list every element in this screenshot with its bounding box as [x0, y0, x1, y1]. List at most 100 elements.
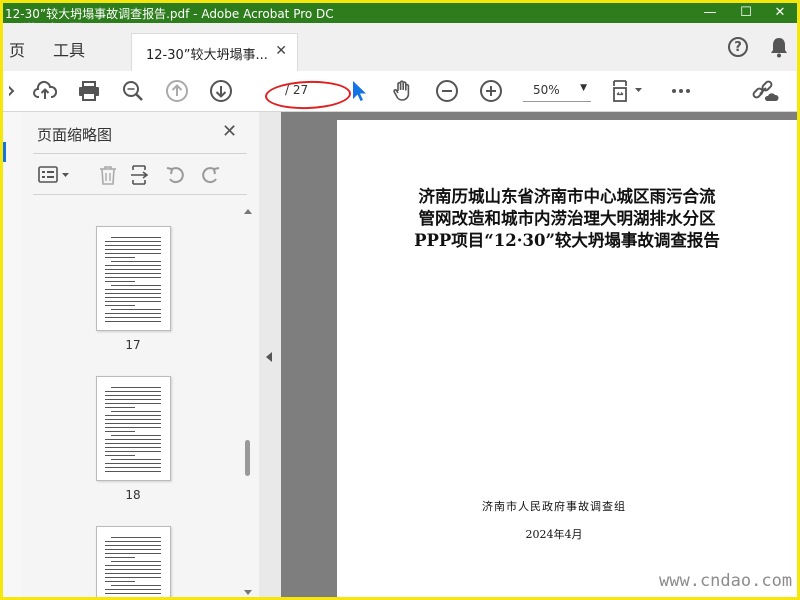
insert-page-icon[interactable]	[129, 164, 151, 186]
thumbnail-text-line	[105, 581, 135, 582]
print-icon[interactable]	[77, 79, 101, 103]
thumbnail-text-line	[105, 565, 161, 566]
toolbar: / 27 50% ▼	[3, 71, 797, 112]
hand-tool-icon[interactable]	[391, 79, 415, 103]
thumbnail-text-line	[105, 447, 161, 448]
thumbnail-text-line	[111, 411, 161, 412]
document-issuer: 济南市人民政府事故调查组	[482, 500, 626, 513]
thumbnail-page-18[interactable]	[96, 376, 171, 481]
rotate-left-icon[interactable]	[165, 164, 187, 186]
thumbnail-text-line	[105, 593, 161, 594]
zoom-in-icon[interactable]	[479, 79, 503, 103]
chevron-down-icon: ▼	[580, 83, 587, 93]
close-window-button[interactable]: ✕	[763, 3, 797, 23]
thumbnail-text-line	[105, 451, 161, 452]
document-tab-label: 12-30”较大坍塌事...	[146, 48, 268, 63]
thumbnail-page-19[interactable]	[96, 526, 171, 598]
document-view[interactable]: 济南历城山东省济南市中心城区雨污合流 管网改造和城市内涝治理大明湖排水分区 PP…	[281, 112, 797, 597]
thumbnail-text-line	[105, 541, 161, 542]
document-title-line: 济南历城山东省济南市中心城区雨污合流	[418, 187, 716, 206]
thumbnail-text-line	[105, 321, 161, 322]
thumbnail-text-line	[111, 285, 161, 286]
zoom-out-icon[interactable]	[435, 79, 459, 103]
thumbnail-text-line	[111, 237, 161, 238]
menu-tools[interactable]: 工具	[53, 37, 85, 61]
document-page: 济南历城山东省济南市中心城区雨污合流 管网改造和城市内涝治理大明湖排水分区 PP…	[337, 120, 797, 597]
bell-icon[interactable]	[769, 36, 789, 58]
page-fit-icon[interactable]	[611, 79, 645, 103]
thumbnail-text-line	[105, 597, 161, 598]
thumbnail-text-line	[105, 277, 161, 278]
star-icon[interactable]	[9, 79, 33, 103]
document-title-line: PPP项目“12·30”较大坍塌事故调查报告	[414, 231, 720, 250]
thumbnail-text-line	[105, 463, 161, 464]
menu-home[interactable]: 页	[9, 37, 25, 61]
thumbnail-page-17[interactable]	[96, 226, 171, 331]
tab-close-icon[interactable]: ✕	[275, 43, 287, 59]
thumbnail-text-line	[111, 435, 161, 436]
thumbnail-text-line	[105, 317, 161, 318]
thumbnail-text-line	[105, 289, 161, 290]
thumbnail-text-line	[105, 301, 161, 302]
thumbnail-text-line	[105, 573, 161, 574]
thumbnail-text-line	[105, 257, 135, 258]
thumbnail-text-line	[105, 297, 161, 298]
screenshot-frame: 12-30”较大坍塌事故调查报告.pdf - Adobe Acrobat Pro…	[0, 0, 800, 600]
thumbnail-text-line	[105, 281, 135, 282]
thumbnail-text-line	[105, 273, 161, 274]
panel-collapse-button[interactable]	[259, 112, 281, 597]
thumbnail-text-line	[111, 261, 161, 262]
menu-bar: 页 工具 12-30”较大坍塌事... ✕ ?	[3, 23, 797, 72]
previous-page-icon[interactable]	[165, 79, 189, 103]
cloud-upload-icon[interactable]	[33, 79, 57, 103]
rail-active-indicator	[3, 142, 6, 162]
thumbnail-text-line	[111, 561, 161, 562]
thumbnail-text-line	[105, 399, 161, 400]
share-link-icon[interactable]	[751, 79, 779, 103]
delete-page-icon[interactable]	[97, 164, 119, 186]
thumbnail-text-line	[105, 439, 161, 440]
thumbnail-text-line	[105, 589, 161, 590]
thumbnail-text-line	[105, 403, 161, 404]
thumbnail-text-line	[105, 269, 161, 270]
thumbnail-panel: 页面缩略图 ✕ 17 18	[21, 112, 260, 600]
thumbnail-options-icon[interactable]	[37, 164, 73, 186]
minimize-button[interactable]: —	[693, 3, 727, 23]
thumbnail-text-line	[111, 537, 161, 538]
thumbnail-text-line	[105, 419, 161, 420]
left-nav-rail	[3, 112, 22, 597]
maximize-button[interactable]: ☐	[729, 3, 763, 23]
thumbnail-text-line	[105, 577, 161, 578]
document-date: 2024年4月	[525, 528, 583, 541]
thumbnail-text-line	[105, 305, 135, 306]
more-options-icon[interactable]	[669, 79, 693, 103]
thumbnail-text-line	[105, 423, 161, 424]
thumbnail-text-line	[105, 431, 135, 432]
watermark-bottom: www.cndao.com	[659, 571, 793, 591]
thumbnail-scrollbar[interactable]	[241, 204, 255, 600]
thumbnail-text-line	[105, 569, 161, 570]
zoom-level-dropdown[interactable]: 50% ▼	[523, 81, 591, 102]
title-bar: 12-30”较大坍塌事故调查报告.pdf - Adobe Acrobat Pro…	[3, 3, 797, 23]
thumbnail-text-line	[111, 309, 161, 310]
document-title-line: 管网改造和城市内涝治理大明湖排水分区	[418, 209, 716, 228]
thumbnail-text-line	[105, 545, 161, 546]
thumbnail-text-line	[105, 265, 161, 266]
document-tab[interactable]: 12-30”较大坍塌事... ✕	[131, 33, 298, 71]
thumbnail-text-line	[105, 407, 135, 408]
thumbnail-text-line	[105, 443, 161, 444]
zoom-search-icon[interactable]	[121, 79, 145, 103]
panel-divider	[33, 153, 247, 154]
panel-title: 页面缩略图	[37, 126, 113, 144]
help-icon[interactable]: ?	[728, 37, 748, 57]
thumbnail-text-line	[111, 459, 161, 460]
thumbnail-text-line	[105, 395, 161, 396]
rotate-right-icon[interactable]	[199, 164, 221, 186]
thumbnail-text-line	[105, 313, 161, 314]
thumbnail-text-line	[105, 253, 161, 254]
thumbnail-text-line	[105, 467, 161, 468]
thumbnail-text-line	[105, 549, 161, 550]
panel-close-icon[interactable]: ✕	[222, 121, 237, 142]
thumbnail-text-line	[105, 391, 161, 392]
next-page-icon[interactable]	[209, 79, 233, 103]
